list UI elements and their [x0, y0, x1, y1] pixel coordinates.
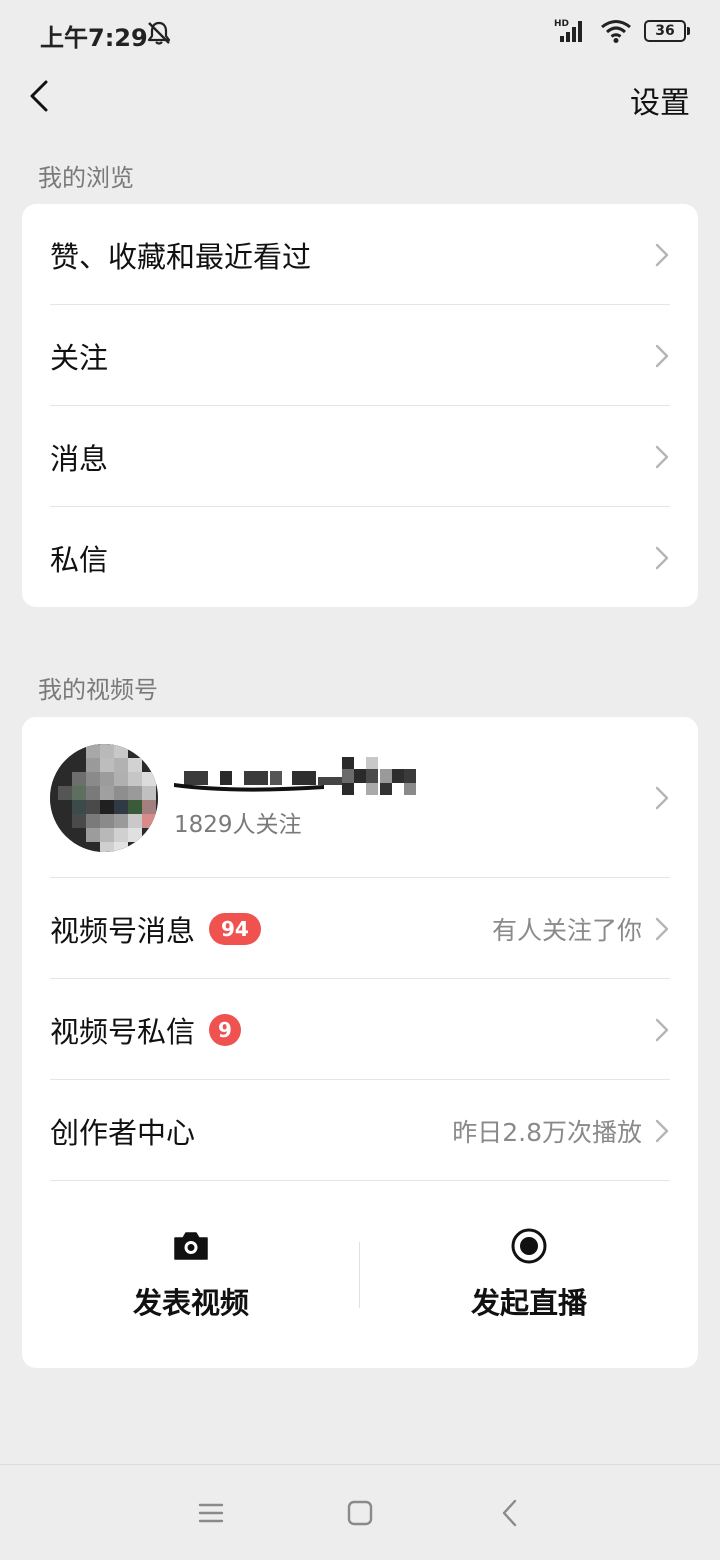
list-item-messages[interactable]: 消息: [50, 406, 670, 507]
chevron-right-icon: [655, 786, 669, 809]
list-item-private-messages[interactable]: 私信: [50, 507, 670, 608]
status-bar: 上午7:29 HD 36: [0, 0, 720, 68]
chevron-right-icon: [655, 1018, 669, 1041]
start-live-button[interactable]: 发起直播: [360, 1180, 698, 1368]
chevron-right-icon: [655, 445, 669, 468]
list-item-channel-messages[interactable]: 视频号消息 94 有人关注了你: [50, 878, 670, 979]
camera-icon: [174, 1232, 208, 1260]
avatar: [50, 743, 158, 852]
list-item-label: 赞、收藏和最近看过: [50, 239, 312, 274]
list-item-label: 创作者中心: [50, 1115, 196, 1150]
chevron-right-icon: [655, 1119, 669, 1142]
unread-badge: 94: [209, 912, 261, 945]
menu-icon[interactable]: [193, 1495, 229, 1531]
status-time: 上午7:29: [40, 24, 148, 52]
network-label: HD: [554, 19, 569, 29]
channel-profile-row[interactable]: 1829人关注: [50, 717, 670, 878]
back-icon[interactable]: [22, 76, 62, 116]
list-item-creator-center[interactable]: 创作者中心 昨日2.8万次播放: [50, 1080, 670, 1181]
list-item-label: 关注: [50, 340, 109, 375]
battery-indicator: 36: [644, 20, 690, 42]
action-label: 发表视频: [132, 1286, 249, 1320]
action-label: 发起直播: [470, 1286, 587, 1320]
status-right: HD 36: [554, 18, 690, 44]
chevron-right-icon: [655, 546, 669, 569]
avatar-mosaic: [50, 743, 158, 852]
channel-profile-text: 1829人关注: [174, 756, 430, 839]
chevron-right-icon: [655, 243, 669, 266]
list-item-subtext: 昨日2.8万次播放: [452, 1117, 642, 1147]
list-item-label: 消息: [50, 441, 109, 476]
list-item-likes-favorites-history[interactable]: 赞、收藏和最近看过: [50, 204, 670, 305]
wifi-icon: [601, 20, 631, 43]
post-video-button[interactable]: 发表视频: [22, 1180, 360, 1368]
live-record-icon: [511, 1228, 547, 1264]
list-item-label: 视频号消息: [50, 913, 196, 948]
list-item-subtext: 有人关注了你: [491, 915, 642, 945]
browse-card: 赞、收藏和最近看过 关注 消息 私信: [22, 204, 698, 607]
settings-button[interactable]: 设置: [630, 78, 690, 122]
list-item-label: 私信: [50, 542, 109, 577]
screen: 上午7:29 HD 36 设置 我的浏览 赞、收藏和最近看过 关注 消息 私信 …: [0, 0, 720, 1560]
channels-card: 1829人关注 视频号消息 94 有人关注了你 视频号私信 9 创作者中心 昨日…: [22, 717, 698, 1368]
browse-section-title: 我的浏览: [38, 164, 134, 192]
list-item-following[interactable]: 关注: [50, 305, 670, 406]
chevron-right-icon: [655, 344, 669, 367]
channel-name-redacted: [174, 756, 416, 795]
channels-section-title: 我的视频号: [38, 676, 158, 704]
channel-actions: 发表视频 发起直播: [22, 1180, 698, 1368]
list-item-channel-private-messages[interactable]: 视频号私信 9: [50, 979, 670, 1080]
unread-badge: 9: [209, 1013, 242, 1046]
home-icon[interactable]: [342, 1495, 378, 1531]
chevron-right-icon: [655, 917, 669, 940]
list-item-label: 视频号私信: [50, 1014, 196, 1049]
signal-icon: HD: [554, 19, 582, 42]
system-back-icon[interactable]: [493, 1495, 529, 1531]
alarm-off-icon: [147, 21, 171, 45]
follower-count: 1829人关注: [174, 811, 302, 838]
system-navigation-bar: [0, 1464, 720, 1560]
